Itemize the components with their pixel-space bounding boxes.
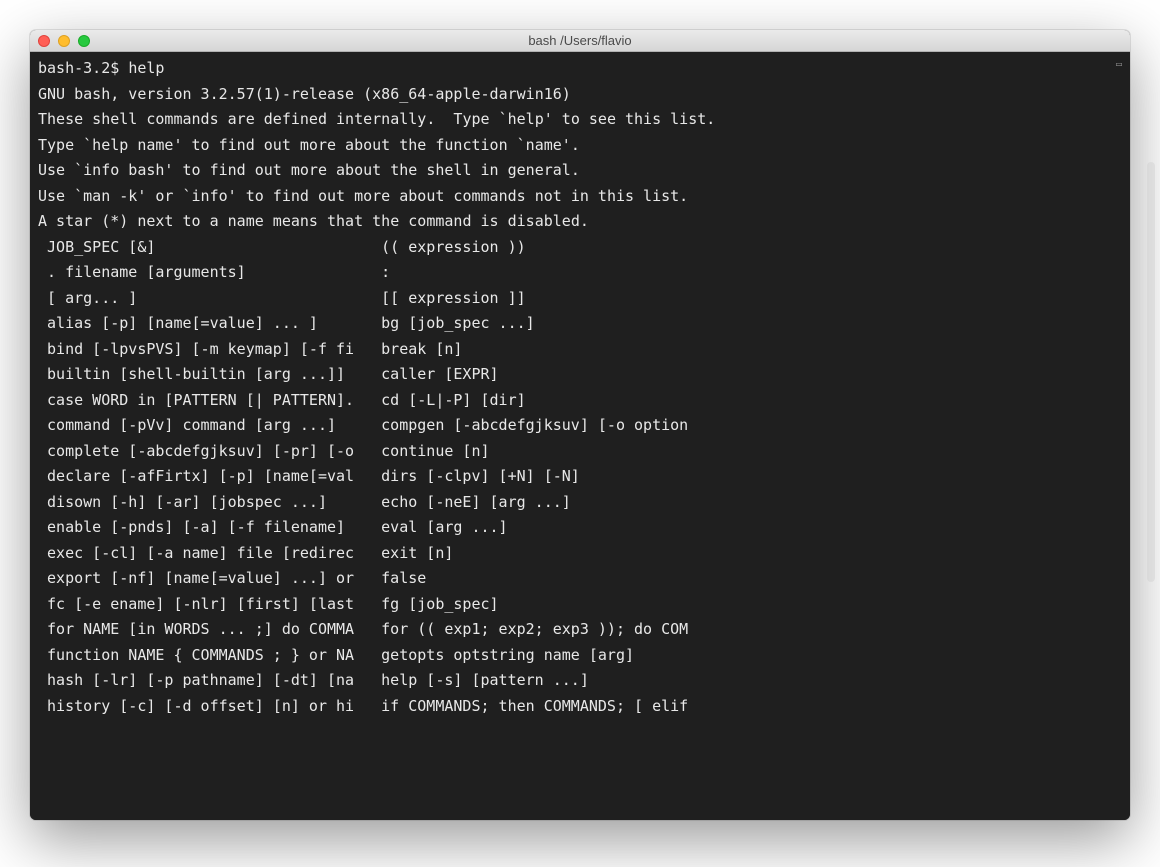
- window-title: bash /Users/flavio: [30, 33, 1130, 48]
- terminal-body[interactable]: ▭ bash-3.2$ help GNU bash, version 3.2.5…: [30, 52, 1130, 820]
- command-row: complete [-abcdefgjksuv] [-pr] [-o conti…: [38, 439, 1122, 465]
- command-col-left: history [-c] [-d offset] [n] or hi: [38, 694, 381, 720]
- command-col-right: echo [-neE] [arg ...]: [381, 490, 571, 516]
- output-line: Use `man -k' or `info' to find out more …: [38, 184, 1122, 210]
- command-col-right: continue [n]: [381, 439, 489, 465]
- prompt-line: bash-3.2$ help: [38, 56, 1122, 82]
- command-col-left: fc [-e ename] [-nlr] [first] [last: [38, 592, 381, 618]
- command-col-right: if COMMANDS; then COMMANDS; [ elif: [381, 694, 688, 720]
- command-col-left: exec [-cl] [-a name] file [redirec: [38, 541, 381, 567]
- command-col-right: caller [EXPR]: [381, 362, 498, 388]
- command-row: function NAME { COMMANDS ; } or NA getop…: [38, 643, 1122, 669]
- command-row: case WORD in [PATTERN [| PATTERN]. cd [-…: [38, 388, 1122, 414]
- command-col-left: builtin [shell-builtin [arg ...]]: [38, 362, 381, 388]
- command: help: [128, 59, 164, 77]
- minimize-icon[interactable]: [58, 35, 70, 47]
- command-col-right: [[ expression ]]: [381, 286, 526, 312]
- command-col-left: command [-pVv] command [arg ...]: [38, 413, 381, 439]
- command-row: . filename [arguments] :: [38, 260, 1122, 286]
- command-col-right: getopts optstring name [arg]: [381, 643, 634, 669]
- output-line: Use `info bash' to find out more about t…: [38, 158, 1122, 184]
- command-row: disown [-h] [-ar] [jobspec ...] echo [-n…: [38, 490, 1122, 516]
- command-col-right: false: [381, 566, 426, 592]
- command-col-right: compgen [-abcdefgjksuv] [-o option: [381, 413, 688, 439]
- command-col-right: exit [n]: [381, 541, 453, 567]
- terminal-window: bash /Users/flavio ▭ bash-3.2$ help GNU …: [30, 30, 1130, 820]
- command-col-left: . filename [arguments]: [38, 260, 381, 286]
- command-row: alias [-p] [name[=value] ... ] bg [job_s…: [38, 311, 1122, 337]
- command-row: export [-nf] [name[=value] ...] or false: [38, 566, 1122, 592]
- close-icon[interactable]: [38, 35, 50, 47]
- command-col-left: case WORD in [PATTERN [| PATTERN].: [38, 388, 381, 414]
- command-col-right: cd [-L|-P] [dir]: [381, 388, 526, 414]
- zoom-icon[interactable]: [78, 35, 90, 47]
- output-line: These shell commands are defined interna…: [38, 107, 1122, 133]
- output-line: Type `help name' to find out more about …: [38, 133, 1122, 159]
- output-line: GNU bash, version 3.2.57(1)-release (x86…: [38, 82, 1122, 108]
- command-col-left: function NAME { COMMANDS ; } or NA: [38, 643, 381, 669]
- command-col-left: hash [-lr] [-p pathname] [-dt] [na: [38, 668, 381, 694]
- command-col-right: :: [381, 260, 390, 286]
- command-col-left: for NAME [in WORDS ... ;] do COMMA: [38, 617, 381, 643]
- command-col-left: bind [-lpvsPVS] [-m keymap] [-f fi: [38, 337, 381, 363]
- command-col-right: break [n]: [381, 337, 462, 363]
- command-row: hash [-lr] [-p pathname] [-dt] [na help …: [38, 668, 1122, 694]
- scroll-indicator-icon: ▭: [1116, 56, 1126, 68]
- command-row: exec [-cl] [-a name] file [redirec exit …: [38, 541, 1122, 567]
- titlebar[interactable]: bash /Users/flavio: [30, 30, 1130, 52]
- command-row: history [-c] [-d offset] [n] or hi if CO…: [38, 694, 1122, 720]
- command-col-right: fg [job_spec]: [381, 592, 498, 618]
- command-row: JOB_SPEC [&] (( expression )): [38, 235, 1122, 261]
- command-col-right: for (( exp1; exp2; exp3 )); do COM: [381, 617, 688, 643]
- output-line: A star (*) next to a name means that the…: [38, 209, 1122, 235]
- command-col-right: (( expression )): [381, 235, 526, 261]
- command-col-right: dirs [-clpv] [+N] [-N]: [381, 464, 580, 490]
- command-row: [ arg... ] [[ expression ]]: [38, 286, 1122, 312]
- command-col-right: bg [job_spec ...]: [381, 311, 535, 337]
- command-row: enable [-pnds] [-a] [-f filename] eval […: [38, 515, 1122, 541]
- command-row: command [-pVv] command [arg ...] compgen…: [38, 413, 1122, 439]
- command-row: builtin [shell-builtin [arg ...]] caller…: [38, 362, 1122, 388]
- command-row: for NAME [in WORDS ... ;] do COMMA for (…: [38, 617, 1122, 643]
- command-col-left: [ arg... ]: [38, 286, 381, 312]
- command-row: bind [-lpvsPVS] [-m keymap] [-f fi break…: [38, 337, 1122, 363]
- command-col-left: JOB_SPEC [&]: [38, 235, 381, 261]
- traffic-lights: [38, 35, 90, 47]
- command-col-right: help [-s] [pattern ...]: [381, 668, 589, 694]
- prompt: bash-3.2$: [38, 59, 128, 77]
- command-row: fc [-e ename] [-nlr] [first] [last fg [j…: [38, 592, 1122, 618]
- command-col-left: alias [-p] [name[=value] ... ]: [38, 311, 381, 337]
- command-col-left: enable [-pnds] [-a] [-f filename]: [38, 515, 381, 541]
- command-col-left: complete [-abcdefgjksuv] [-pr] [-o: [38, 439, 381, 465]
- command-col-left: declare [-afFirtx] [-p] [name[=val: [38, 464, 381, 490]
- command-col-left: disown [-h] [-ar] [jobspec ...]: [38, 490, 381, 516]
- command-col-right: eval [arg ...]: [381, 515, 507, 541]
- command-col-left: export [-nf] [name[=value] ...] or: [38, 566, 381, 592]
- command-row: declare [-afFirtx] [-p] [name[=val dirs …: [38, 464, 1122, 490]
- command-list: JOB_SPEC [&] (( expression )) . filename…: [38, 235, 1122, 720]
